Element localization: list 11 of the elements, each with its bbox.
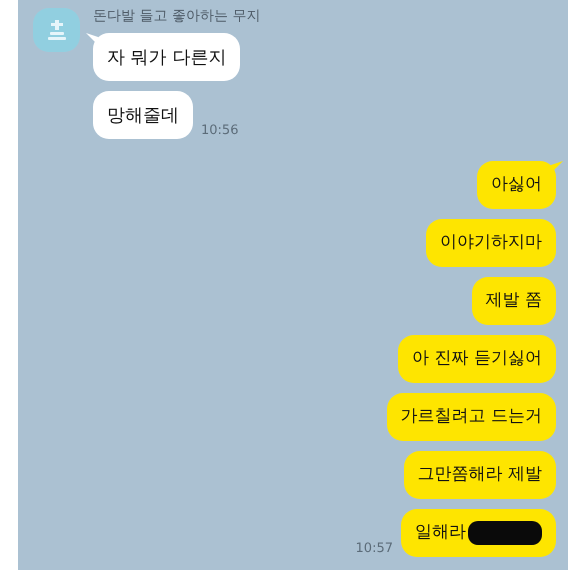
message-bubble: 그만쫌해라 제발 (404, 451, 556, 499)
message-bubble: 아 진짜 듣기싫어 (398, 335, 556, 383)
message-bubble: 망해줄데 (93, 91, 193, 139)
sender-name: 돈다발 들고 좋아하는 무지 (93, 9, 260, 23)
message-time: 10:56 (201, 124, 238, 137)
avatar-icon[interactable] (33, 8, 80, 52)
message-time: 10:57 (356, 542, 393, 555)
message-bubble: 이야기하지마 (426, 219, 556, 267)
message-bubble: 일해라 (401, 509, 556, 557)
message-bubble: 제발 쫌 (472, 277, 556, 325)
message-bubble: 가르칠려고 드는거 (386, 393, 556, 441)
